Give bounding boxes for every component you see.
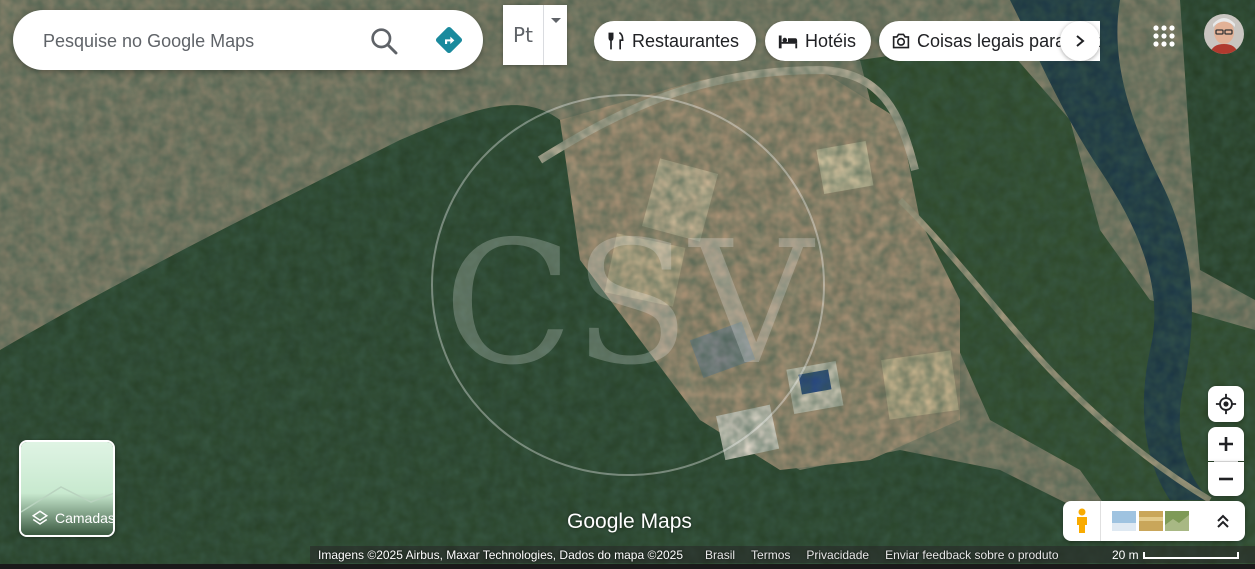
avatar[interactable] (1204, 14, 1244, 54)
pegman-icon[interactable] (1063, 501, 1101, 541)
chip-hotels-label: Hotéis (805, 30, 857, 51)
terms-link[interactable]: Termos (751, 548, 790, 562)
maps-wordmark: Maps (640, 510, 692, 533)
imagery-thumb-1[interactable] (1112, 511, 1136, 531)
google-maps-logo: Google Maps (567, 510, 692, 534)
layers-label: Camadas (55, 510, 115, 526)
caret-down-icon (550, 18, 561, 23)
my-location-button[interactable] (1208, 386, 1244, 422)
chip-restaurants[interactable]: Restaurantes (594, 21, 756, 61)
plus-icon (1219, 437, 1233, 451)
map-scale[interactable]: 20 m (1112, 548, 1239, 562)
input-tools-dropdown[interactable] (544, 5, 567, 65)
feedback-link[interactable]: Enviar feedback sobre o produto (885, 548, 1058, 562)
search-icon[interactable] (368, 25, 400, 57)
scale-bar (1142, 551, 1239, 559)
chevron-right-icon (1076, 35, 1085, 47)
chips-next-button[interactable] (1060, 21, 1100, 61)
camera-icon (892, 33, 910, 49)
satellite-map[interactable] (0, 0, 1255, 569)
bed-icon (778, 35, 798, 49)
directions-icon[interactable] (433, 24, 465, 56)
input-tools-label[interactable]: Pt (503, 5, 543, 65)
category-chips: Restaurantes Hotéis Coisas legais para f… (594, 21, 1100, 61)
privacy-link[interactable]: Privacidade (806, 548, 869, 562)
fork-knife-icon (608, 31, 624, 50)
my-location-icon (1215, 393, 1237, 415)
chip-restaurants-label: Restaurantes (632, 30, 740, 51)
scale-label: 20 m (1112, 548, 1139, 562)
layers-button[interactable]: Camadas (19, 440, 115, 537)
zoom-out-button[interactable] (1208, 462, 1244, 496)
input-tools[interactable]: Pt (503, 5, 567, 65)
street-view-bar (1063, 501, 1245, 541)
minus-icon (1219, 477, 1233, 481)
apps-icon[interactable] (1150, 22, 1178, 50)
search-box[interactable] (13, 10, 483, 70)
layers-icon (31, 510, 49, 525)
imagery-attribution: Imagens ©2025 Airbus, Maxar Technologies… (318, 547, 684, 562)
bottom-edge (0, 564, 1255, 569)
imagery-thumb-3[interactable] (1165, 511, 1189, 531)
chip-hotels[interactable]: Hotéis (765, 21, 871, 61)
google-wordmark: Google (567, 510, 635, 533)
zoom-in-button[interactable] (1208, 427, 1244, 461)
search-input[interactable] (41, 24, 355, 58)
country-link[interactable]: Brasil (705, 548, 735, 562)
imagery-thumb-2[interactable] (1139, 511, 1163, 531)
expand-imagery-button[interactable] (1211, 509, 1235, 533)
chevron-double-up-icon (1217, 514, 1229, 528)
